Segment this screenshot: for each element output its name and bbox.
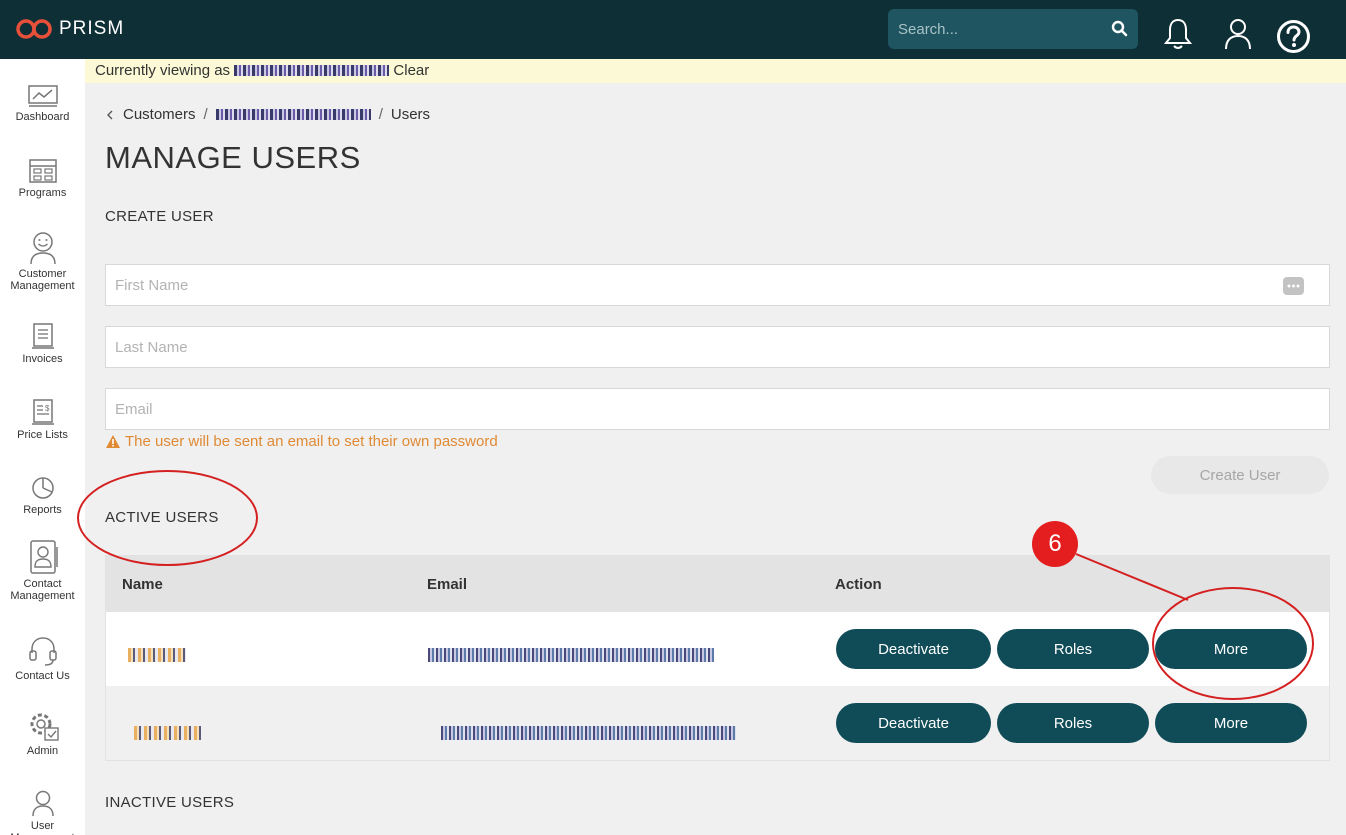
- app-name: PRISM: [59, 18, 125, 39]
- pie-chart-icon: [31, 477, 54, 499]
- sidebar-item-label: Dashboard: [15, 111, 70, 123]
- redacted-customer-name: [234, 65, 390, 76]
- inactive-users-heading: INACTIVE USERS: [105, 794, 235, 811]
- headset-icon: [28, 637, 57, 666]
- sidebar-item-label: Price Lists: [17, 429, 68, 441]
- viewing-as-prefix: Currently viewing as: [95, 62, 231, 79]
- viewing-as-text: Currently viewing as Clear: [95, 62, 429, 79]
- sidebar-item-programs[interactable]: Programs: [0, 158, 85, 199]
- sidebar: Dashboard Programs Customer Management I…: [0, 59, 85, 835]
- sidebar-item-label: Contact Us: [15, 670, 70, 682]
- sidebar-item-price-lists[interactable]: $ Price Lists: [0, 398, 85, 441]
- breadcrumb-customers[interactable]: Customers: [123, 106, 196, 123]
- first-name-field[interactable]: [105, 264, 1330, 306]
- email-input[interactable]: [106, 389, 1329, 429]
- sidebar-item-label: Customer Management: [10, 268, 75, 292]
- user-profile-icon[interactable]: [1223, 17, 1253, 51]
- last-name-field[interactable]: [105, 326, 1330, 368]
- help-icon[interactable]: [1276, 19, 1311, 54]
- contact-book-icon: [29, 540, 58, 574]
- sidebar-item-customer-management[interactable]: Customer Management: [0, 231, 85, 292]
- sidebar-item-label: Programs: [18, 187, 67, 199]
- redacted-user-email: [428, 648, 714, 662]
- sidebar-item-invoices[interactable]: Invoices: [0, 322, 85, 365]
- dashboard-icon: [27, 85, 58, 107]
- email-field[interactable]: [105, 388, 1330, 430]
- sidebar-item-label: Reports: [23, 504, 62, 516]
- sidebar-item-label: User Management: [10, 820, 74, 835]
- dots-icon: [1287, 284, 1300, 288]
- price-list-icon: $: [31, 399, 54, 425]
- column-action: Action: [835, 576, 882, 593]
- warning-icon: [106, 435, 120, 448]
- svg-text:$: $: [45, 404, 50, 413]
- table-row: Deactivate Roles More: [106, 612, 1329, 686]
- roles-button[interactable]: Roles: [997, 703, 1149, 743]
- more-button[interactable]: More: [1155, 703, 1307, 743]
- more-button[interactable]: More: [1155, 629, 1307, 669]
- bell-icon[interactable]: [1163, 17, 1193, 51]
- breadcrumb: Customers / / Users: [105, 106, 430, 123]
- sidebar-item-dashboard[interactable]: Dashboard: [0, 84, 85, 123]
- password-manager-icon[interactable]: [1283, 277, 1304, 295]
- sidebar-item-label: Admin: [26, 745, 59, 757]
- page-title: MANAGE USERS: [105, 140, 361, 175]
- prism-logo[interactable]: PRISM: [15, 18, 124, 40]
- chevron-left-icon[interactable]: [105, 109, 115, 121]
- sidebar-item-contact-us[interactable]: Contact Us: [0, 635, 85, 682]
- sidebar-item-admin[interactable]: Admin: [0, 710, 85, 757]
- sidebar-item-contact-management[interactable]: Contact Management: [0, 539, 85, 602]
- create-user-heading: CREATE USER: [105, 208, 214, 225]
- prism-logo-icon: [16, 19, 52, 39]
- sidebar-item-label: Invoices: [22, 353, 63, 365]
- active-users-table: Name Email Action Deactivate Roles More …: [105, 555, 1330, 761]
- active-users-heading: ACTIVE USERS: [105, 509, 219, 526]
- column-email: Email: [427, 576, 468, 593]
- deactivate-button[interactable]: Deactivate: [836, 629, 991, 669]
- breadcrumb-separator: /: [378, 106, 383, 123]
- programs-icon: [28, 159, 57, 183]
- first-name-input[interactable]: [106, 265, 1329, 305]
- redacted-user-name: [134, 726, 201, 740]
- admin-gear-icon: [30, 713, 59, 741]
- search-icon[interactable]: [1111, 20, 1128, 37]
- customer-icon: [29, 232, 56, 265]
- breadcrumb-users: Users: [390, 106, 431, 123]
- table-row: Deactivate Roles More: [106, 686, 1329, 760]
- warning-text: The user will be sent an email to set th…: [125, 433, 498, 450]
- sidebar-item-reports[interactable]: Reports: [0, 475, 85, 516]
- deactivate-button[interactable]: Deactivate: [836, 703, 991, 743]
- clear-link[interactable]: Clear: [393, 62, 429, 79]
- redacted-user-name: [128, 648, 186, 662]
- user-icon: [31, 790, 54, 817]
- annotation-step-badge: 6: [1032, 521, 1078, 567]
- top-bar: PRISM: [0, 0, 1346, 59]
- sidebar-item-label: Contact Management: [10, 578, 75, 602]
- search-input[interactable]: [888, 9, 1103, 49]
- redacted-user-email: [441, 726, 736, 740]
- password-warning: The user will be sent an email to set th…: [105, 433, 498, 450]
- last-name-input[interactable]: [106, 327, 1329, 367]
- breadcrumb-separator: /: [203, 106, 208, 123]
- viewing-as-bar: Currently viewing as Clear: [85, 59, 1346, 83]
- invoice-icon: [31, 323, 54, 349]
- sidebar-item-user-management[interactable]: User Management: [0, 789, 85, 835]
- roles-button[interactable]: Roles: [997, 629, 1149, 669]
- create-user-button[interactable]: Create User: [1151, 456, 1329, 494]
- table-header: Name Email Action: [106, 556, 1329, 612]
- column-name: Name: [122, 576, 163, 593]
- redacted-breadcrumb-customer[interactable]: [215, 109, 371, 120]
- search-box[interactable]: [888, 9, 1138, 49]
